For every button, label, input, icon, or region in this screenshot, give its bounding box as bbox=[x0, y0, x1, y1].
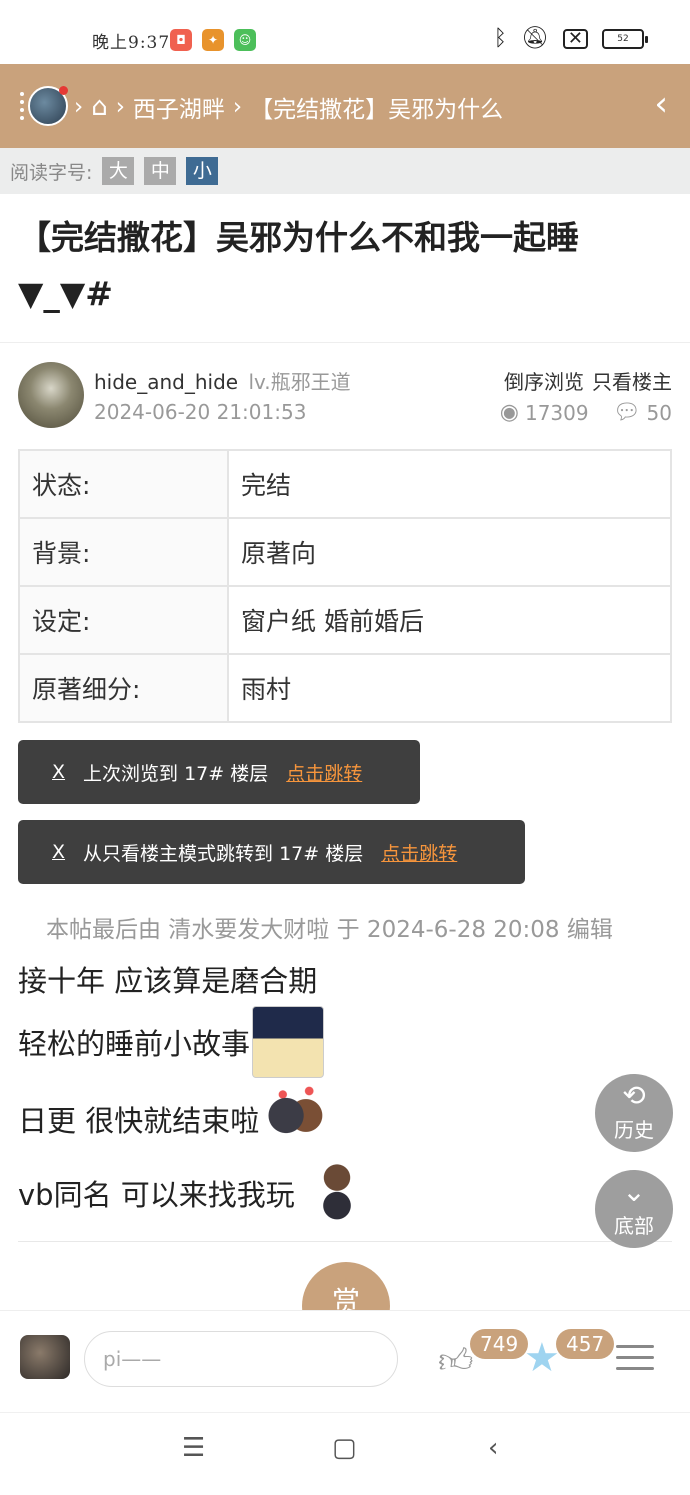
battery-level: 52 bbox=[617, 33, 629, 44]
jump-link[interactable]: 点击跳转 bbox=[381, 839, 457, 866]
bottom-action-bar: pi—— 👍︎ 749 ★ 457 bbox=[0, 1310, 690, 1402]
content-line: 日更 很快就结束啦 bbox=[18, 1084, 330, 1154]
font-size-medium-button[interactable]: 中 bbox=[144, 157, 177, 185]
eye-icon: ◉ bbox=[499, 400, 519, 425]
content-text: vb同名 可以来找我玩 bbox=[18, 1178, 295, 1212]
table-value: 窗户纸 婚前婚后 bbox=[227, 585, 672, 655]
breadcrumb-separator: › bbox=[232, 94, 243, 120]
chevron-down-icon: ⌄ bbox=[622, 1175, 646, 1208]
table-value: 雨村 bbox=[227, 653, 672, 723]
bottom-label: 底部 bbox=[614, 1214, 654, 1238]
history-label: 历史 bbox=[614, 1118, 654, 1142]
edit-note: 本帖最后由 清水要发大财啦 于 2024-6-28 20:08 编辑 bbox=[46, 917, 613, 943]
sim-off-icon: ✕ bbox=[562, 28, 588, 49]
breadcrumb: › ⌂ › 西子湖畔 › 【完结撒花】吴邪为什么 bbox=[74, 90, 503, 124]
app-notification-icon: ◘ bbox=[170, 29, 192, 51]
drawer-dots-icon[interactable] bbox=[20, 92, 26, 124]
recent-apps-icon[interactable]: ☰ bbox=[182, 1433, 205, 1463]
toast-text: 从只看楼主模式跳转到 17# 楼层 bbox=[83, 842, 364, 865]
post-date: 2024-06-20 21:01:53 bbox=[94, 400, 307, 424]
bluetooth-icon: ᛒ bbox=[493, 26, 507, 51]
like-count-badge: 749 bbox=[470, 1329, 529, 1359]
toast-text: 上次浏览到 17# 楼层 bbox=[83, 762, 269, 785]
hugging-couple-sticker bbox=[263, 1084, 330, 1154]
reverse-order-link[interactable]: 倒序浏览 bbox=[504, 366, 584, 395]
author-level: lv.瓶邪王道 bbox=[248, 370, 351, 394]
comment-icon: 💬︎ bbox=[612, 400, 641, 425]
op-mode-toast: X 从只看楼主模式跳转到 17# 楼层 点击跳转 bbox=[18, 820, 525, 884]
user-avatar[interactable] bbox=[28, 86, 68, 126]
home-button-icon[interactable]: ▢ bbox=[332, 1433, 357, 1463]
post-view-options: 倒序浏览 只看楼主 bbox=[504, 366, 672, 395]
back-icon[interactable]: ‹ bbox=[654, 86, 668, 122]
view-count: 17309 bbox=[524, 400, 589, 425]
page-title: 【完结撒花】吴邪为什么不和我一起睡▼_▼# bbox=[18, 218, 579, 313]
font-size-label: 阅读字号: bbox=[10, 161, 93, 184]
breadcrumb-thread[interactable]: 【完结撒花】吴邪为什么 bbox=[250, 90, 503, 124]
table-key: 背景: bbox=[18, 517, 229, 587]
system-back-icon[interactable]: ‹ bbox=[488, 1433, 498, 1463]
reply-count: 50 bbox=[646, 400, 672, 425]
table-row: 状态: 完结 bbox=[18, 449, 672, 519]
sleeping-couple-sticker bbox=[252, 1006, 325, 1078]
battery-icon: 52 bbox=[602, 28, 648, 49]
author-name[interactable]: hide_and_hide bbox=[94, 370, 238, 394]
thumbs-up-icon[interactable]: 👍︎ bbox=[438, 1341, 474, 1382]
close-toast-button[interactable]: X bbox=[52, 761, 65, 783]
op-only-link[interactable]: 只看楼主 bbox=[592, 366, 672, 395]
favorite-count-badge: 457 bbox=[556, 1329, 615, 1359]
jump-link[interactable]: 点击跳转 bbox=[286, 759, 362, 786]
content-divider bbox=[18, 1241, 672, 1242]
table-key: 设定: bbox=[18, 585, 229, 655]
status-bar: 晚上9:37 ◘ ✦ ☺ ᛒ 🔕︎ ✕ 52 bbox=[0, 0, 690, 64]
breadcrumb-forum[interactable]: 西子湖畔 bbox=[133, 90, 225, 124]
content-text: 轻松的睡前小故事 bbox=[18, 1027, 251, 1061]
table-key: 原著细分: bbox=[18, 653, 229, 723]
breadcrumb-separator: › bbox=[115, 94, 125, 120]
home-icon[interactable]: ⌂ bbox=[91, 92, 108, 122]
info-table: 状态: 完结 背景: 原著向 设定: 窗户纸 婚前婚后 原著细分: 雨村 bbox=[18, 449, 672, 723]
font-size-bar: 阅读字号: 大 中 小 bbox=[0, 148, 690, 194]
mute-bell-icon: 🔕︎ bbox=[520, 26, 549, 51]
table-value: 原著向 bbox=[227, 517, 672, 587]
author-info: hide_and_hide lv.瓶邪王道 bbox=[94, 366, 351, 395]
divider bbox=[0, 342, 690, 343]
app-notification-icon: ✦ bbox=[202, 29, 224, 51]
breadcrumb-separator: › bbox=[74, 94, 84, 120]
system-nav-bar: ☰ ▢ ‹ bbox=[0, 1412, 690, 1495]
reply-input[interactable]: pi—— bbox=[84, 1331, 398, 1387]
history-icon: ⟲ bbox=[622, 1079, 646, 1112]
chibi-couple-sticker bbox=[306, 1158, 367, 1228]
content-line: vb同名 可以来找我玩 bbox=[18, 1158, 367, 1228]
app-notification-icon: ☺ bbox=[234, 29, 256, 51]
table-value: 完结 bbox=[227, 449, 672, 519]
notification-dot bbox=[59, 86, 68, 95]
post-stats: ◉ 17309 💬︎ 50 bbox=[500, 400, 672, 425]
table-key: 状态: bbox=[18, 449, 229, 519]
history-button[interactable]: ⟲ 历史 bbox=[595, 1074, 673, 1152]
table-row: 原著细分: 雨村 bbox=[18, 653, 672, 723]
top-nav-bar: › ⌂ › 西子湖畔 › 【完结撒花】吴邪为什么 ‹ bbox=[0, 64, 690, 148]
my-avatar[interactable] bbox=[20, 1335, 70, 1379]
table-row: 背景: 原著向 bbox=[18, 517, 672, 587]
content-line: 轻松的睡前小故事 bbox=[18, 1006, 325, 1078]
last-read-toast: X 上次浏览到 17# 楼层 点击跳转 bbox=[18, 740, 420, 804]
status-time: 晚上9:37 bbox=[92, 33, 171, 53]
font-size-large-button[interactable]: 大 bbox=[102, 157, 135, 185]
close-toast-button[interactable]: X bbox=[52, 841, 65, 863]
scroll-bottom-button[interactable]: ⌄ 底部 bbox=[595, 1170, 673, 1248]
status-icons: ᛒ 🔕︎ ✕ 52 bbox=[493, 26, 648, 51]
font-size-small-button[interactable]: 小 bbox=[186, 157, 219, 185]
content-line: 接十年 应该算是磨合期 bbox=[18, 958, 317, 1000]
content-text: 日更 很快就结束啦 bbox=[18, 1104, 260, 1138]
star-icon[interactable]: ★ bbox=[524, 1335, 560, 1381]
content-text: 接十年 应该算是磨合期 bbox=[18, 964, 318, 998]
table-row: 设定: 窗户纸 婚前婚后 bbox=[18, 585, 672, 655]
menu-icon[interactable] bbox=[616, 1345, 654, 1378]
author-avatar[interactable] bbox=[18, 362, 84, 428]
